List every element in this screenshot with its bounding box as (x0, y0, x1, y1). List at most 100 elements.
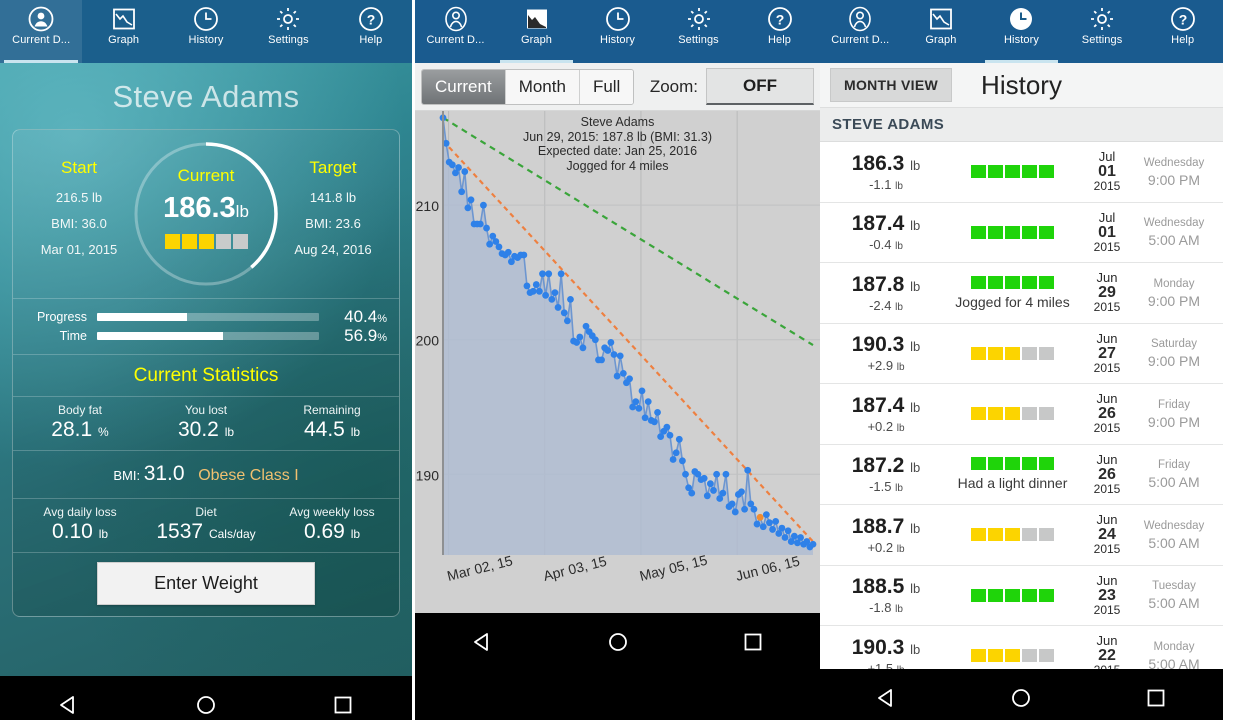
tab-label: Help (359, 34, 383, 46)
history-row[interactable]: 187.8 lb -2.4 lb Jogged for 4 miles Jun 29 20… (820, 263, 1223, 324)
enter-weight-button[interactable]: Enter Weight (97, 562, 315, 605)
range-option-full[interactable]: Full (579, 69, 634, 104)
stat-value: 0.69 lb (303, 520, 361, 543)
tab-help[interactable]: ? Help (1142, 0, 1223, 63)
history-year: 2015 (1093, 602, 1121, 617)
tab-history[interactable]: History (165, 0, 247, 63)
history-delta: +0.2 lb (867, 539, 905, 555)
tab-current-data[interactable]: Current D... (0, 0, 83, 63)
phone-current-data: Current D... Graph History Settings ? He… (0, 0, 412, 720)
stat-diet: Diet 1537 Cals/day (143, 505, 269, 544)
time-track (97, 331, 319, 340)
stat-key: Avg weekly loss (289, 505, 375, 519)
range-option-month[interactable]: Month (505, 69, 580, 104)
home-button[interactable] (1008, 685, 1034, 711)
history-row[interactable]: 187.4 lb -0.4 lb Jul 01 2015 Wednesday 5:00 AM (820, 203, 1223, 263)
stat-value: 1537 Cals/day (156, 520, 256, 543)
back-button[interactable] (56, 692, 82, 718)
tab-graph[interactable]: Graph (901, 0, 982, 63)
history-mid-cell (944, 649, 1081, 663)
history-row[interactable]: 186.3 lb -1.1 lb Jul 01 2015 Wednesday 9:00 PM (820, 142, 1223, 203)
recents-button[interactable] (1143, 685, 1169, 711)
history-time: Friday 5:00 AM (1133, 457, 1215, 491)
history-weight: 187.4 lb (851, 212, 921, 236)
tab-history[interactable]: History (577, 0, 658, 63)
history-delta: -1.5 lb (869, 479, 903, 495)
range-segmented-control[interactable]: Current Month Full (421, 68, 635, 105)
tab-graph[interactable]: Graph (82, 0, 164, 63)
history-delta: +1.5 lb (828, 661, 944, 669)
tab-label: Help (1171, 34, 1195, 46)
rating-pip (988, 225, 1003, 239)
tab-graph[interactable]: Graph (496, 0, 577, 63)
history-row[interactable]: 190.3 lb +2.9 lb Jun 27 2015 Saturday 9:00 PM (820, 324, 1223, 384)
history-clock: 5:00 AM (1148, 595, 1200, 612)
tab-label: Graph (520, 34, 553, 46)
rating-pip (988, 649, 1003, 663)
phone-history: Current D... Graph History Settings ? He… (820, 0, 1223, 720)
history-row[interactable]: 188.5 lb -1.8 lb Jun 23 2015 Tuesday 5:00 AM (820, 566, 1223, 626)
stat-body-fat: Body fat 28.1 % (17, 403, 143, 442)
tab-settings[interactable]: Settings (658, 0, 739, 63)
tab-settings[interactable]: Settings (247, 0, 329, 63)
history-date: Jul 01 2015 (1081, 210, 1133, 255)
history-delta: -2.4 lb (869, 297, 903, 313)
rating-pip (181, 234, 197, 249)
bmi-value: 31.0 (143, 462, 185, 485)
home-button[interactable] (605, 629, 631, 655)
history-row[interactable]: 187.2 lb -1.5 lb Had a light dinner Jun 26 20… (820, 445, 1223, 505)
history-clock: 9:00 PM (1147, 171, 1201, 188)
history-year: 2015 (1081, 663, 1133, 669)
recents-button[interactable] (740, 629, 766, 655)
progress-track (97, 312, 319, 321)
history-row[interactable]: 188.7 lb +0.2 lb Jun 24 2015 Wednesday 5:00 AM (820, 505, 1223, 566)
zoom-toggle-button[interactable]: OFF (706, 68, 814, 105)
tab-label: History (1004, 34, 1039, 46)
rating-pip (1039, 275, 1054, 289)
history-weight: 190.3 lb (851, 635, 921, 659)
svg-text:210: 210 (416, 198, 440, 214)
tab-settings[interactable]: Settings (1062, 0, 1143, 63)
graph-icon (928, 6, 954, 32)
history-time: Wednesday 5:00 AM (1133, 215, 1215, 249)
tabbar-panel2: Current D... Graph History Settings ? He… (415, 0, 820, 63)
history-weight-unit: lb (910, 460, 921, 476)
history-rating-pips (971, 346, 1054, 360)
history-time: Monday 9:00 PM (1133, 276, 1215, 310)
history-delta-unit: lb (895, 604, 903, 616)
history-row[interactable]: 187.4 lb +0.2 lb Jun 26 2015 Friday 9:00 PM (820, 384, 1223, 445)
rating-pip (971, 346, 986, 360)
rating-pip (1039, 346, 1054, 360)
history-delta-unit: lb (895, 301, 903, 313)
history-year: 2015 (1093, 421, 1121, 436)
history-time: Tuesday 5:00 AM (1133, 578, 1215, 612)
history-weight: 190.3 lb (851, 333, 921, 357)
tab-current-data[interactable]: Current D... (415, 0, 496, 63)
stats-row-1: Body fat 28.1 % You lost 30.2 lb Remaini… (13, 397, 399, 450)
svg-text:190: 190 (416, 467, 440, 483)
history-weight: 187.4 lb (851, 393, 921, 417)
tab-current-data[interactable]: Current D... (820, 0, 901, 63)
graph-controls: Current Month Full Zoom: OFF (415, 63, 820, 111)
tab-help[interactable]: ? Help (330, 0, 412, 63)
history-delta-unit: lb (896, 422, 905, 434)
recents-button[interactable] (330, 692, 356, 718)
back-button[interactable] (874, 685, 900, 711)
history-month: Jun (1096, 270, 1118, 286)
month-view-button[interactable]: MONTH VIEW (830, 68, 952, 102)
history-row[interactable]: 190.3 lb +1.5 lb Jun222015 Monday 5:00 AM (820, 626, 1223, 669)
history-list[interactable]: 186.3 lb -1.1 lb Jul 01 2015 Wednesday 9:00 PM… (820, 142, 1223, 669)
tabbar-panel1: Current D... Graph History Settings ? He… (0, 0, 412, 63)
tab-history[interactable]: History (981, 0, 1062, 63)
history-mid-cell (944, 588, 1081, 602)
range-option-current[interactable]: Current (422, 69, 506, 104)
home-button[interactable] (193, 692, 219, 718)
clock-icon (193, 6, 219, 32)
history-rating-pips (971, 457, 1054, 471)
history-dow: Wednesday (1143, 156, 1205, 169)
tab-help[interactable]: ? Help (739, 0, 820, 63)
gear-icon (275, 6, 301, 32)
back-button[interactable] (470, 629, 496, 655)
history-date: Jun222015 (1081, 633, 1133, 669)
weight-chart[interactable]: Steve Adams Jun 29, 2015: 187.8 lb (BMI:… (415, 111, 820, 613)
